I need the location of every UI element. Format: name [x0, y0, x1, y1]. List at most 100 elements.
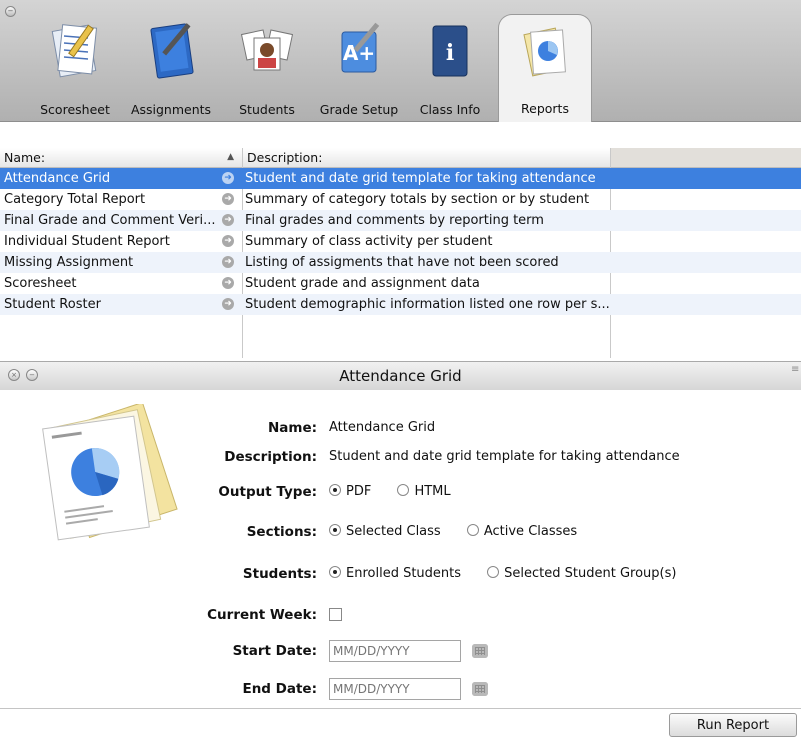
- tab-label: Grade Setup: [319, 102, 399, 117]
- detail-panel-header: × − Attendance Grid ≡: [0, 361, 801, 391]
- radio-button[interactable]: [329, 524, 341, 536]
- toolbar: − Scoresheet Assignments Students A+ Gra…: [0, 0, 801, 123]
- students-label: Students:: [242, 566, 317, 582]
- table-row[interactable]: Category Total Report ➜ Summary of categ…: [0, 189, 801, 210]
- footer: Run Report: [0, 708, 801, 739]
- option-label: HTML: [414, 484, 451, 499]
- table-row[interactable]: Individual Student Report ➜ Summary of c…: [0, 231, 801, 252]
- column-header-name[interactable]: Name: ▲: [0, 148, 243, 167]
- arrow-right-icon[interactable]: ➜: [222, 214, 234, 226]
- option-label: Active Classes: [483, 524, 578, 539]
- filter-strip: [0, 122, 801, 149]
- table-row-empty: [0, 315, 801, 336]
- report-description: Final grades and comments by reporting t…: [245, 213, 544, 228]
- report-description: Listing of assigments that have not been…: [245, 255, 559, 270]
- current-week-checkbox-wrap: [329, 608, 342, 625]
- sections-group: Selected Class Active Classes: [329, 524, 599, 539]
- sections-label: Sections:: [246, 524, 317, 540]
- current-week-checkbox[interactable]: [329, 608, 342, 621]
- report-detail-panel: Name: Attendance Grid Description: Stude…: [0, 390, 801, 708]
- tab-class-info[interactable]: i Class Info: [414, 8, 486, 120]
- report-name: Individual Student Report: [4, 234, 170, 249]
- tab-label: Scoresheet: [40, 102, 110, 117]
- radio-button[interactable]: [466, 524, 479, 536]
- arrow-right-icon[interactable]: ➜: [222, 277, 234, 289]
- option-label: Selected Student Group(s): [504, 566, 677, 581]
- option-label: Enrolled Students: [346, 566, 462, 581]
- start-date-input[interactable]: [329, 640, 461, 662]
- run-report-button[interactable]: Run Report: [669, 713, 797, 737]
- report-description: Student and date grid template for takin…: [245, 171, 596, 186]
- output-pdf-option[interactable]: PDF: [329, 484, 371, 499]
- table-header: Name: ▲ Description:: [0, 148, 801, 168]
- column-header-filler: [611, 148, 801, 167]
- report-name: Missing Assignment: [4, 255, 134, 270]
- report-name: Final Grade and Comment Veri...: [4, 213, 216, 228]
- description-value: Student and date grid template for takin…: [329, 449, 680, 464]
- option-label: Selected Class: [346, 524, 441, 539]
- column-header-label: Name:: [4, 150, 46, 165]
- sort-ascending-icon: ▲: [227, 152, 234, 162]
- students-group-option[interactable]: Selected Student Group(s): [487, 566, 676, 581]
- scoresheet-icon: [51, 24, 98, 78]
- radio-button[interactable]: [397, 484, 410, 496]
- description-label: Description:: [224, 449, 317, 465]
- tab-grade-setup[interactable]: A+ Grade Setup: [314, 8, 404, 120]
- report-description: Summary of category totals by section or…: [245, 192, 590, 207]
- radio-button[interactable]: [329, 566, 341, 578]
- report-name: Category Total Report: [4, 192, 146, 207]
- class-info-icon: i: [432, 25, 468, 77]
- collapse-toolbar-button[interactable]: −: [5, 6, 16, 17]
- table-row[interactable]: Attendance Grid ➜ Student and date grid …: [0, 168, 801, 189]
- calendar-icon[interactable]: [472, 682, 488, 696]
- students-enrolled-option[interactable]: Enrolled Students: [329, 566, 461, 581]
- assignments-icon: [150, 23, 194, 79]
- table-row[interactable]: Scoresheet ➜ Student grade and assignmen…: [0, 273, 801, 294]
- output-type-label: Output Type:: [218, 484, 317, 500]
- tab-label: Assignments: [130, 102, 212, 117]
- arrow-right-icon[interactable]: ➜: [222, 235, 234, 247]
- table-row[interactable]: Student Roster ➜ Student demographic inf…: [0, 294, 801, 315]
- table-row[interactable]: Missing Assignment ➜ Listing of assigmen…: [0, 252, 801, 273]
- output-type-group: PDF HTML: [329, 484, 473, 499]
- report-name: Scoresheet: [4, 276, 77, 291]
- start-date-label: Start Date:: [232, 643, 317, 659]
- table-rows: Attendance Grid ➜ Student and date grid …: [0, 168, 801, 336]
- resize-grip-icon[interactable]: ≡: [791, 365, 799, 380]
- report-name: Attendance Grid: [4, 171, 111, 186]
- output-html-option[interactable]: HTML: [397, 484, 451, 499]
- end-date-label: End Date:: [242, 681, 317, 697]
- sections-selected-class-option[interactable]: Selected Class: [329, 524, 441, 539]
- calendar-icon[interactable]: [472, 644, 488, 658]
- students-icon: [240, 29, 294, 71]
- students-group: Enrolled Students Selected Student Group…: [329, 566, 698, 581]
- sections-active-classes-option[interactable]: Active Classes: [466, 524, 578, 539]
- tab-assignments[interactable]: Assignments: [126, 8, 216, 120]
- arrow-right-icon[interactable]: ➜: [222, 193, 234, 205]
- tab-label: Students: [239, 102, 295, 117]
- tab-scoresheet[interactable]: Scoresheet: [34, 8, 116, 120]
- current-week-label: Current Week:: [207, 607, 317, 623]
- svg-text:i: i: [446, 40, 454, 66]
- report-description: Summary of class activity per student: [245, 234, 493, 249]
- option-label: PDF: [346, 484, 372, 499]
- tab-students[interactable]: Students: [230, 8, 304, 120]
- end-date-input[interactable]: [329, 678, 461, 700]
- tab-label: Class Info: [419, 102, 481, 117]
- name-label: Name:: [267, 420, 317, 436]
- column-header-label: Description:: [247, 150, 323, 165]
- grade-setup-icon: A+: [341, 22, 380, 73]
- reports-table: Name: ▲ Description: Attendance Grid ➜ S…: [0, 148, 801, 358]
- tab-reports[interactable]: Reports: [498, 14, 592, 123]
- report-description: Student demographic information listed o…: [245, 297, 609, 312]
- column-header-description[interactable]: Description:: [243, 148, 611, 167]
- arrow-right-icon[interactable]: ➜: [222, 172, 234, 184]
- reports-icon: [523, 27, 566, 77]
- name-value: Attendance Grid: [329, 420, 436, 435]
- report-document-icon: [42, 404, 178, 541]
- table-row[interactable]: Final Grade and Comment Veri... ➜ Final …: [0, 210, 801, 231]
- radio-button[interactable]: [329, 484, 341, 496]
- arrow-right-icon[interactable]: ➜: [222, 256, 234, 268]
- radio-button[interactable]: [487, 566, 500, 578]
- arrow-right-icon[interactable]: ➜: [222, 298, 234, 310]
